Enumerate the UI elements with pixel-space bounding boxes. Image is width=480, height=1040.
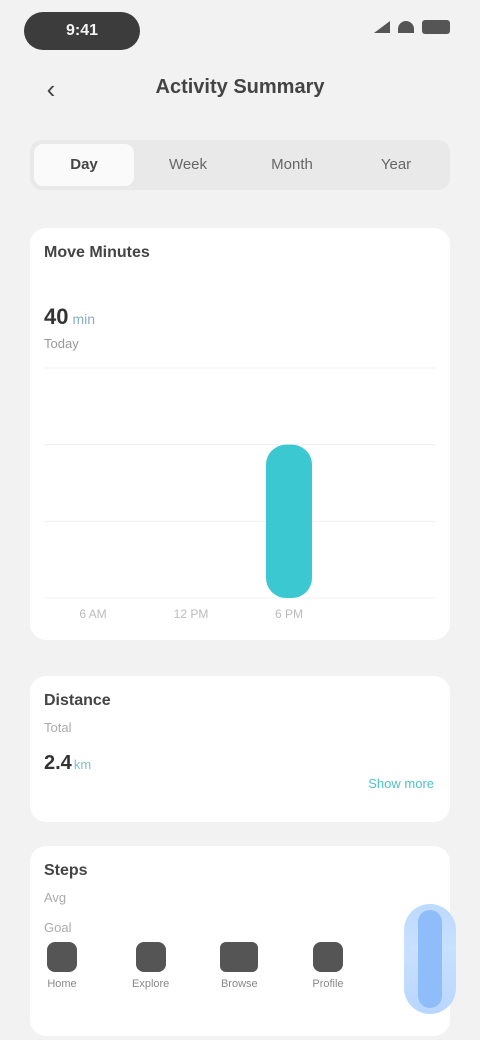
distance-sub: Total (44, 720, 72, 735)
activity-value-number: 40 (44, 304, 69, 329)
status-bar: 9:41 (0, 0, 480, 60)
chart-bar[interactable] (266, 444, 312, 598)
battery-icon (422, 20, 450, 34)
chart-tick-label: 6 AM (79, 607, 106, 621)
tab-explore-label: Explore (132, 978, 170, 990)
activity-card-title: Move Minutes (44, 244, 150, 261)
tab-browse[interactable]: Browse (207, 930, 271, 1010)
home-icon (47, 942, 77, 972)
tab-profile[interactable]: Profile (296, 930, 360, 1010)
steps-card-title: Steps (44, 862, 88, 879)
browse-icon (220, 942, 259, 972)
profile-icon (312, 942, 343, 972)
voice-button[interactable] (404, 904, 456, 1014)
segment-year[interactable]: Year (346, 144, 446, 186)
page-title: Activity Summary (155, 76, 325, 98)
distance-card[interactable]: Distance Total 2.4 km Show more (30, 676, 450, 822)
segment-week[interactable]: Week (138, 144, 238, 186)
activity-value-sub: Today (44, 336, 79, 351)
distance-value-number: 2.4 (44, 752, 72, 774)
tab-bar: Home Explore Browse Profile (30, 930, 360, 1010)
steps-label: Avg (44, 890, 67, 905)
distance-unit: km (73, 757, 92, 772)
distance-card-title: Distance (44, 692, 111, 709)
segment-day[interactable]: Day (34, 144, 134, 186)
tab-browse-label: Browse (220, 978, 258, 990)
chart-tick-label: 6 PM (275, 607, 303, 621)
nav-bar: ‹ Activity Summary (0, 62, 480, 116)
status-time: 9:41 (24, 12, 140, 50)
distance-show-more-link[interactable]: Show more (368, 776, 434, 791)
wifi-icon (398, 21, 414, 33)
chart-tick-label: 12 PM (174, 607, 209, 621)
signal-icon (374, 21, 390, 33)
tab-home-label: Home (47, 978, 77, 990)
activity-card[interactable]: Move Minutes 40 min Today 6 AM 12 PM 6 PM (30, 228, 450, 640)
status-icons (374, 20, 450, 34)
activity-value-unit: min (72, 311, 96, 327)
tab-home[interactable]: Home (30, 930, 94, 1010)
distance-value: 2.4 km (44, 752, 91, 775)
segment-month[interactable]: Month (242, 144, 342, 186)
segmented-control: Day Week Month Year (30, 140, 450, 190)
activity-chart: 6 AM 12 PM 6 PM (44, 367, 436, 621)
tab-profile-label: Profile (312, 978, 344, 990)
explore-icon (135, 942, 166, 972)
mic-icon (418, 910, 442, 1008)
tab-explore[interactable]: Explore (119, 930, 183, 1010)
activity-value: 40 min (44, 304, 95, 330)
